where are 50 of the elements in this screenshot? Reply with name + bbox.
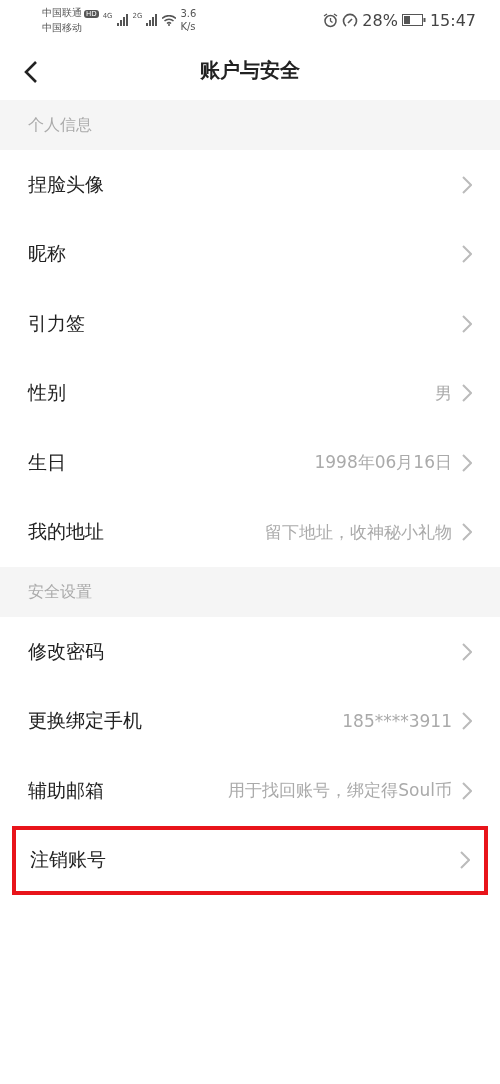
setting-row[interactable]: 引力签 <box>0 289 500 359</box>
setting-value: 用于找回账号，绑定得Soul币 <box>228 779 452 803</box>
section-title: 安全设置 <box>28 581 92 603</box>
setting-row[interactable]: 更换绑定手机 185****3911 <box>0 686 500 756</box>
setting-row[interactable]: 昵称 <box>0 219 500 289</box>
carrier-name: 中国联通 <box>42 7 82 18</box>
setting-label: 性别 <box>28 380 66 406</box>
chevron-right-icon <box>462 384 472 403</box>
chevron-right-icon <box>462 642 472 661</box>
page-title: 账户与安全 <box>200 56 300 84</box>
chevron-right-icon <box>462 712 472 731</box>
signal-icon <box>116 14 129 26</box>
wifi-icon <box>162 14 177 26</box>
clock-time: 15:47 <box>429 10 476 30</box>
signal-icon <box>146 14 159 26</box>
gauge-icon <box>342 12 359 28</box>
setting-value: 185****3911 <box>342 711 452 732</box>
chevron-right-icon <box>462 245 472 264</box>
setting-value: 留下地址，收神秘小礼物 <box>265 520 452 544</box>
chevron-right-icon <box>462 523 472 542</box>
setting-label: 辅助邮箱 <box>28 777 104 803</box>
chevron-right-icon <box>462 314 472 333</box>
setting-label: 注销账号 <box>30 847 106 873</box>
chevron-right-icon <box>460 851 470 870</box>
chevron-right-icon <box>462 453 472 472</box>
setting-value: 1998年06月16日 <box>314 451 452 475</box>
battery-percent: 28% <box>362 10 398 30</box>
setting-row[interactable]: 辅助邮箱 用于找回账号，绑定得Soul币 <box>0 756 500 826</box>
setting-label: 我的地址 <box>28 519 104 545</box>
setting-label: 修改密码 <box>28 638 104 664</box>
network-speed: 3.6 <box>180 7 197 20</box>
setting-row[interactable]: 修改密码 <box>0 617 500 687</box>
setting-value: 男 <box>435 381 452 405</box>
network-speed-unit: K/s <box>180 20 197 33</box>
setting-label: 捏脸头像 <box>28 171 104 197</box>
setting-label: 生日 <box>28 449 66 475</box>
alarm-icon <box>323 12 339 28</box>
setting-row[interactable]: 捏脸头像 <box>0 150 500 220</box>
setting-row[interactable]: 我的地址 留下地址，收神秘小礼物 <box>0 497 500 567</box>
setting-label: 更换绑定手机 <box>28 708 142 734</box>
highlighted-setting-row[interactable]: 注销账号 <box>12 825 488 895</box>
chevron-right-icon <box>462 175 472 194</box>
carrier-name: 中国移动 <box>42 21 83 34</box>
setting-row[interactable]: 生日 1998年06月16日 <box>0 428 500 498</box>
setting-row[interactable]: 性别 男 <box>0 358 500 428</box>
chevron-right-icon <box>462 781 472 800</box>
section-title: 个人信息 <box>28 114 92 136</box>
setting-label: 昵称 <box>28 241 66 267</box>
setting-label: 引力签 <box>28 310 85 336</box>
battery-icon <box>401 14 426 26</box>
